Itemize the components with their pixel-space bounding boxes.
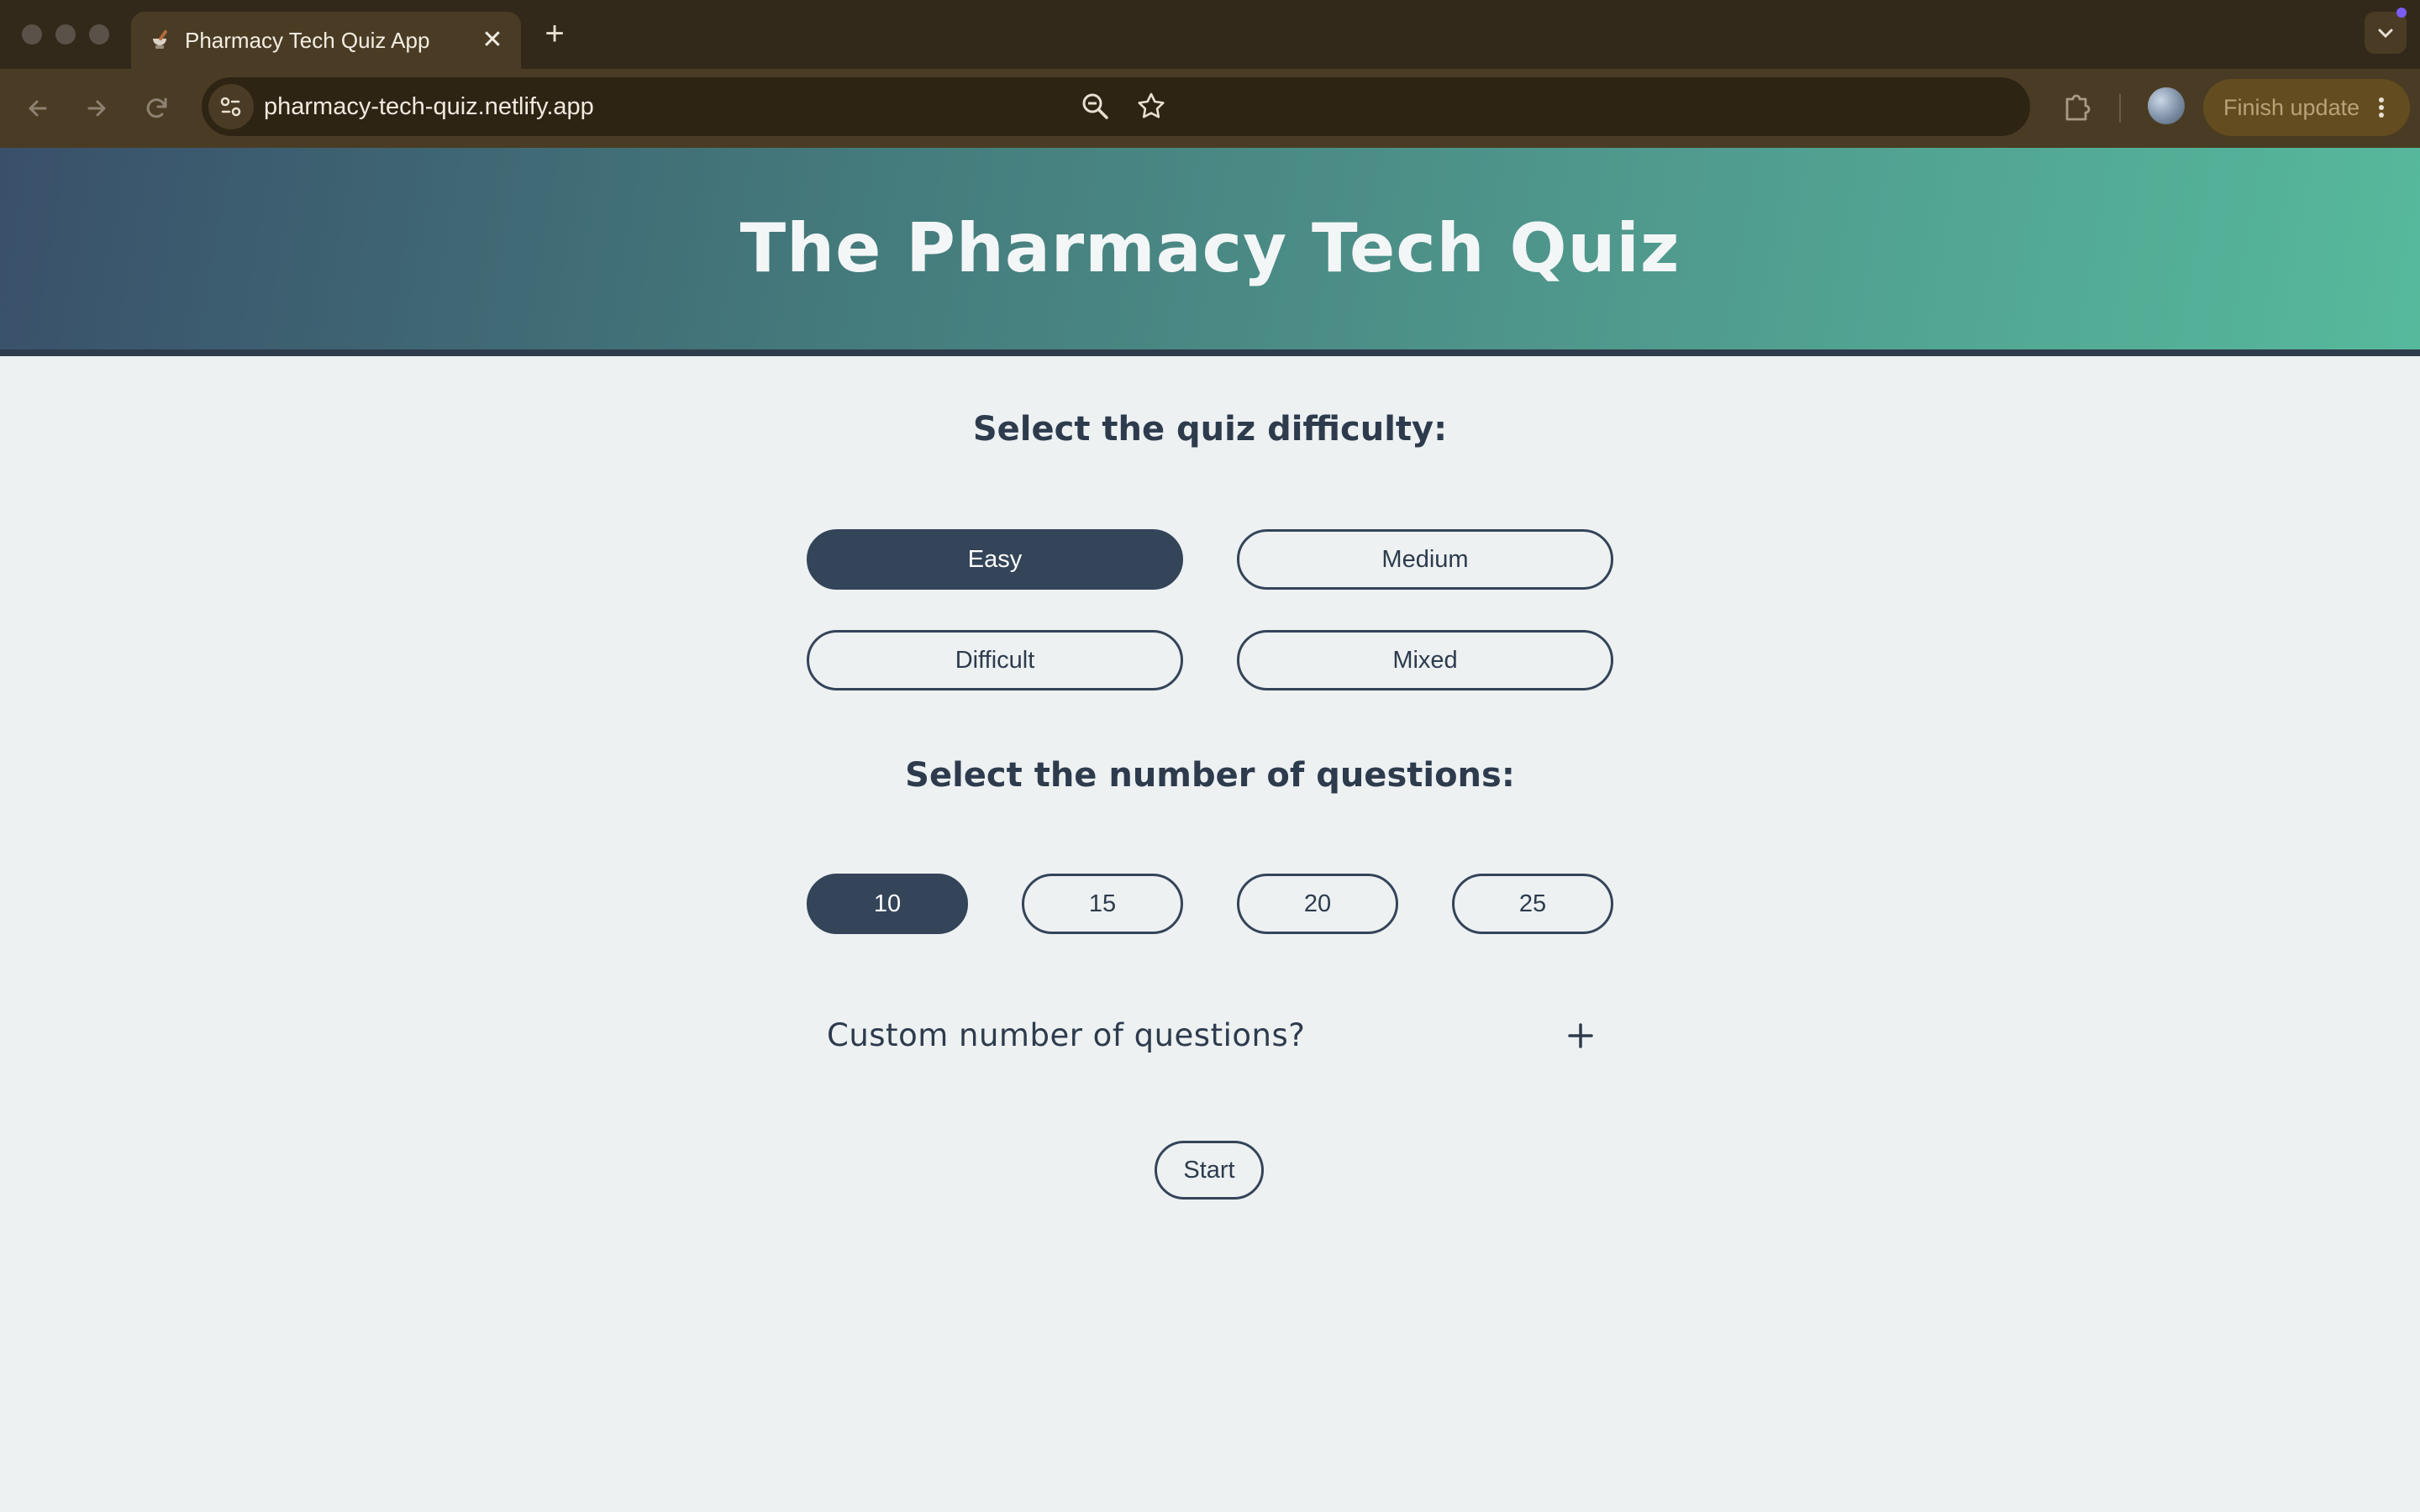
mortar-pestle-icon <box>153 29 167 49</box>
finish-update-button[interactable]: Finish update <box>2203 79 2410 136</box>
forward-arrow-icon[interactable] <box>74 86 119 131</box>
count-20-button[interactable]: 20 <box>1237 874 1398 934</box>
browser-toolbar: pharmacy-tech-quiz.netlify.app Finish up… <box>0 69 2420 148</box>
custom-question-count-toggle[interactable]: Custom number of questions? <box>827 1005 1305 1067</box>
chevron-down-icon <box>2378 29 2393 39</box>
more-vert-icon <box>2379 97 2384 118</box>
difficulty-difficult-button[interactable]: Difficult <box>807 630 1183 690</box>
extensions-puzzle-icon[interactable] <box>2055 86 2097 128</box>
plus-icon[interactable] <box>1565 1020 1597 1052</box>
count-25-button[interactable]: 25 <box>1452 874 1613 934</box>
page-title: The Pharmacy Tech Quiz <box>739 209 1681 287</box>
header-bottom-border <box>0 349 2420 356</box>
star-bookmark-icon[interactable] <box>1133 88 1170 125</box>
finish-update-label: Finish update <box>2223 95 2360 120</box>
toolbar-divider <box>2119 94 2121 123</box>
browser-tab-bar: Pharmacy Tech Quiz App ✕ + <box>0 0 2420 69</box>
browser-tab-active[interactable]: Pharmacy Tech Quiz App ✕ <box>131 12 521 69</box>
window-minimize-dot[interactable] <box>55 24 76 45</box>
reload-icon[interactable] <box>134 86 180 131</box>
notification-dot <box>2396 8 2407 18</box>
tune-icon <box>220 97 241 117</box>
tab-close-icon[interactable]: ✕ <box>479 27 506 54</box>
address-bar[interactable]: pharmacy-tech-quiz.netlify.app <box>202 77 2030 136</box>
window-close-dot[interactable] <box>22 24 42 45</box>
profile-avatar[interactable] <box>2148 87 2185 124</box>
tab-title: Pharmacy Tech Quiz App <box>185 28 430 53</box>
url-text[interactable]: pharmacy-tech-quiz.netlify.app <box>264 77 594 136</box>
question-count-heading: Select the number of questions: <box>905 756 1515 795</box>
site-info-button[interactable] <box>208 84 254 129</box>
difficulty-easy-button[interactable]: Easy <box>807 529 1183 590</box>
difficulty-heading: Select the quiz difficulty: <box>972 410 1448 449</box>
difficulty-mixed-button[interactable]: Mixed <box>1237 630 1613 690</box>
count-15-button[interactable]: 15 <box>1022 874 1183 934</box>
start-button[interactable]: Start <box>1155 1141 1264 1200</box>
difficulty-medium-button[interactable]: Medium <box>1237 529 1613 590</box>
tab-search-button[interactable] <box>2365 12 2407 54</box>
count-10-button[interactable]: 10 <box>807 874 968 934</box>
new-tab-plus-icon[interactable]: + <box>538 15 571 52</box>
back-arrow-icon[interactable] <box>15 86 60 131</box>
zoom-icon[interactable] <box>1077 88 1114 125</box>
window-zoom-dot[interactable] <box>89 24 109 45</box>
